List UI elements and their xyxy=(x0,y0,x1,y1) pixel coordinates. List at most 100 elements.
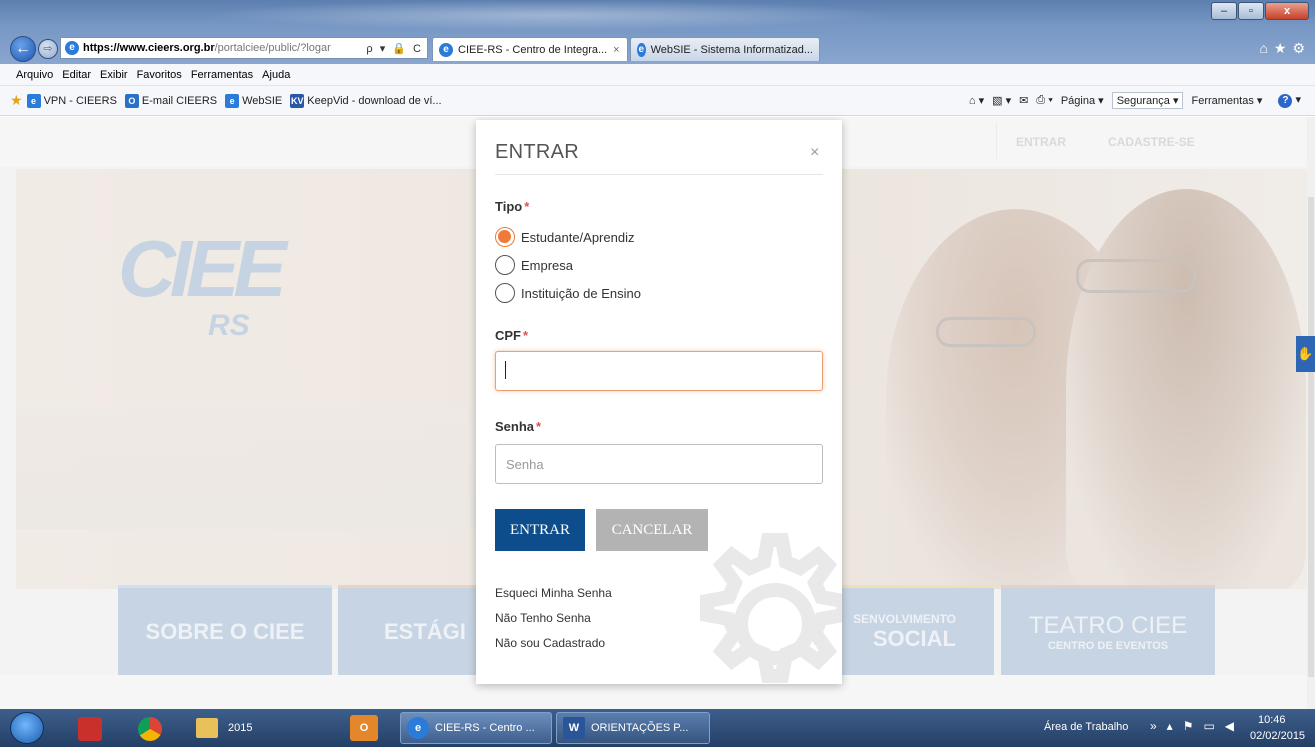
tile-teatro-ciee[interactable]: TEATRO CIEE CENTRO DE EVENTOS xyxy=(1001,585,1215,675)
back-button[interactable]: ← xyxy=(10,36,36,62)
radio-unselected-icon[interactable] xyxy=(495,283,515,303)
home-icon[interactable]: ⌂ ▾ xyxy=(969,94,984,107)
login-modal: ENTRAR × Tipo * Estudante/Aprendiz Empres… xyxy=(476,120,842,684)
tab-websie[interactable]: e WebSIE - Sistema Informatizad... xyxy=(630,37,820,61)
maximize-button[interactable]: ▫ xyxy=(1238,2,1264,20)
security-menu[interactable]: Segurança ▾ xyxy=(1111,92,1184,109)
tile-label: ESTÁGI xyxy=(384,618,466,644)
navigation-row: ← ⇨ e https://www.cieers.org.br/portalci… xyxy=(0,32,1315,62)
radio-label: Instituição de Ensino xyxy=(521,285,641,301)
desktop-toolbar[interactable]: Área de Trabalho xyxy=(1044,721,1128,733)
outlook-taskbar-icon[interactable]: O xyxy=(350,715,378,741)
help-icon[interactable]: ? ▾ xyxy=(1270,93,1301,108)
modal-title: ENTRAR xyxy=(495,141,580,163)
address-bar[interactable]: e https://www.cieers.org.br/portalciee/p… xyxy=(60,37,428,59)
not-registered-link[interactable]: Não sou Cadastrado xyxy=(495,636,605,650)
radio-instituicao[interactable]: Instituição de Ensino xyxy=(495,283,641,303)
radio-empresa[interactable]: Empresa xyxy=(495,255,573,275)
taskbar-label: ORIENTAÇÕES P... xyxy=(591,722,689,734)
favorite-websie[interactable]: e WebSIE xyxy=(225,93,282,108)
tray-icons[interactable]: »▴⚑▭◀ xyxy=(1150,719,1244,733)
print-icon[interactable]: ⎙ ▾ xyxy=(1036,94,1052,107)
header-entrar-link[interactable]: ENTRAR xyxy=(1016,135,1066,149)
tools-menu[interactable]: Ferramentas ▾ xyxy=(1191,94,1262,107)
accessibility-hand-icon[interactable]: ✋ xyxy=(1296,336,1315,372)
taskbar-folder[interactable]: 2015 xyxy=(190,712,330,744)
menu-ajuda[interactable]: Ajuda xyxy=(262,69,290,81)
gear-watermark-icon xyxy=(700,533,842,683)
tile-label: TEATRO CIEE xyxy=(1028,611,1188,639)
hero-glasses xyxy=(1076,259,1196,293)
ciee-logo[interactable]: CIEE RS xyxy=(118,224,287,343)
senha-input[interactable] xyxy=(495,444,823,484)
favorite-vpn[interactable]: e VPN - CIEERS xyxy=(26,93,117,108)
header-cadastre-link[interactable]: CADASTRE-SE xyxy=(1108,135,1195,149)
tile-label: SOBRE O CIEE xyxy=(145,618,305,644)
tab-label: WebSIE - Sistema Informatizad... xyxy=(650,43,813,56)
radio-unselected-icon[interactable] xyxy=(495,255,515,275)
outlook-icon: O xyxy=(124,93,139,108)
menu-ferramentas[interactable]: Ferramentas xyxy=(191,69,253,81)
tile-label: SENVOLVIMENTO xyxy=(853,611,956,626)
cpf-label: CPF * xyxy=(495,328,529,343)
minimize-button[interactable]: – xyxy=(1211,2,1237,20)
menu-arquivo[interactable]: Arquivo xyxy=(16,69,53,81)
text-cursor xyxy=(505,361,506,379)
menu-favoritos[interactable]: Favoritos xyxy=(137,69,182,81)
tile-sobre-o-ciee[interactable]: SOBRE O CIEE xyxy=(118,585,332,675)
entrar-button[interactable]: ENTRAR xyxy=(495,509,585,551)
clock-date[interactable]: 02/02/2015 xyxy=(1250,730,1305,742)
tab-ciee[interactable]: e CIEE-RS - Centro de Integra... × xyxy=(432,37,628,61)
radio-label: Empresa xyxy=(521,257,574,273)
forward-button[interactable]: ⇨ xyxy=(38,39,58,59)
windows-taskbar: 2015 O e CIEE-RS - Centro ... W ORIENTAÇ… xyxy=(0,709,1315,747)
start-button[interactable] xyxy=(10,712,44,744)
favorites-star-icon[interactable]: ★ xyxy=(10,92,23,109)
command-bar: ⌂ ▾ ▧ ▾ ✉ ⎙ ▾ Página ▾ Segurança ▾ Ferra… xyxy=(961,92,1301,109)
mail-icon[interactable]: ✉ xyxy=(1019,94,1028,107)
menu-exibir[interactable]: Exibir xyxy=(100,69,128,81)
logo-region: RS xyxy=(208,309,250,342)
home-favorites-gear-icons[interactable]: ⌂★⚙ xyxy=(1259,40,1311,57)
chrome-icon[interactable] xyxy=(138,717,162,741)
tab-close-icon[interactable]: × xyxy=(613,44,619,56)
tipo-label: Tipo * xyxy=(495,199,530,214)
menu-editar[interactable]: Editar xyxy=(62,69,91,81)
taskbar-label: 2015 xyxy=(228,722,253,734)
folder-icon xyxy=(196,718,218,738)
tile-estagio[interactable]: ESTÁGI xyxy=(338,585,476,675)
logo-mark: CIEE xyxy=(118,224,287,313)
address-tools[interactable]: ρ ▾ 🔒 C xyxy=(366,42,423,55)
close-icon[interactable]: × xyxy=(810,144,819,162)
ie-icon: e xyxy=(26,93,41,108)
feeds-icon[interactable]: ▧ ▾ xyxy=(992,94,1011,107)
modal-divider xyxy=(495,174,823,175)
taskbar-word[interactable]: W ORIENTAÇÕES P... xyxy=(556,712,710,744)
clock-time[interactable]: 10:46 xyxy=(1258,714,1286,726)
forgot-password-link[interactable]: Esqueci Minha Senha xyxy=(495,586,612,600)
no-password-link[interactable]: Não Tenho Senha xyxy=(495,611,591,625)
pinned-app-icon[interactable] xyxy=(78,717,102,741)
page-menu[interactable]: Página ▾ xyxy=(1061,94,1104,107)
favorite-keepvid[interactable]: KV KeepVid - download de ví... xyxy=(290,93,442,108)
page-scrollbar[interactable] xyxy=(1307,117,1315,709)
favorite-email[interactable]: O E-mail CIEERS xyxy=(124,93,217,108)
header-separator xyxy=(996,123,997,159)
ie-icon: e xyxy=(637,42,646,57)
taskbar-ie[interactable]: e CIEE-RS - Centro ... xyxy=(400,712,552,744)
radio-selected-icon[interactable] xyxy=(495,227,515,247)
hero-person-photo xyxy=(1066,189,1306,589)
menu-bar: Arquivo Editar Exibir Favoritos Ferramen… xyxy=(0,64,1315,86)
ie-icon: e xyxy=(65,41,79,55)
close-window-button[interactable]: x xyxy=(1265,2,1309,20)
tab-label: CIEE-RS - Centro de Integra... xyxy=(458,43,608,56)
radio-label: Estudante/Aprendiz xyxy=(521,229,635,245)
keepvid-icon: KV xyxy=(290,93,305,108)
taskbar-label: CIEE-RS - Centro ... xyxy=(435,722,535,734)
cpf-input[interactable] xyxy=(495,351,823,391)
ie-icon: e xyxy=(225,93,240,108)
scrollbar-thumb[interactable] xyxy=(1308,197,1314,677)
tile-label: CENTRO DE EVENTOS xyxy=(1047,639,1169,652)
tile-desenvolvimento-social[interactable]: SENVOLVIMENTO SOCIAL xyxy=(842,585,994,675)
radio-estudante[interactable]: Estudante/Aprendiz xyxy=(495,227,634,247)
